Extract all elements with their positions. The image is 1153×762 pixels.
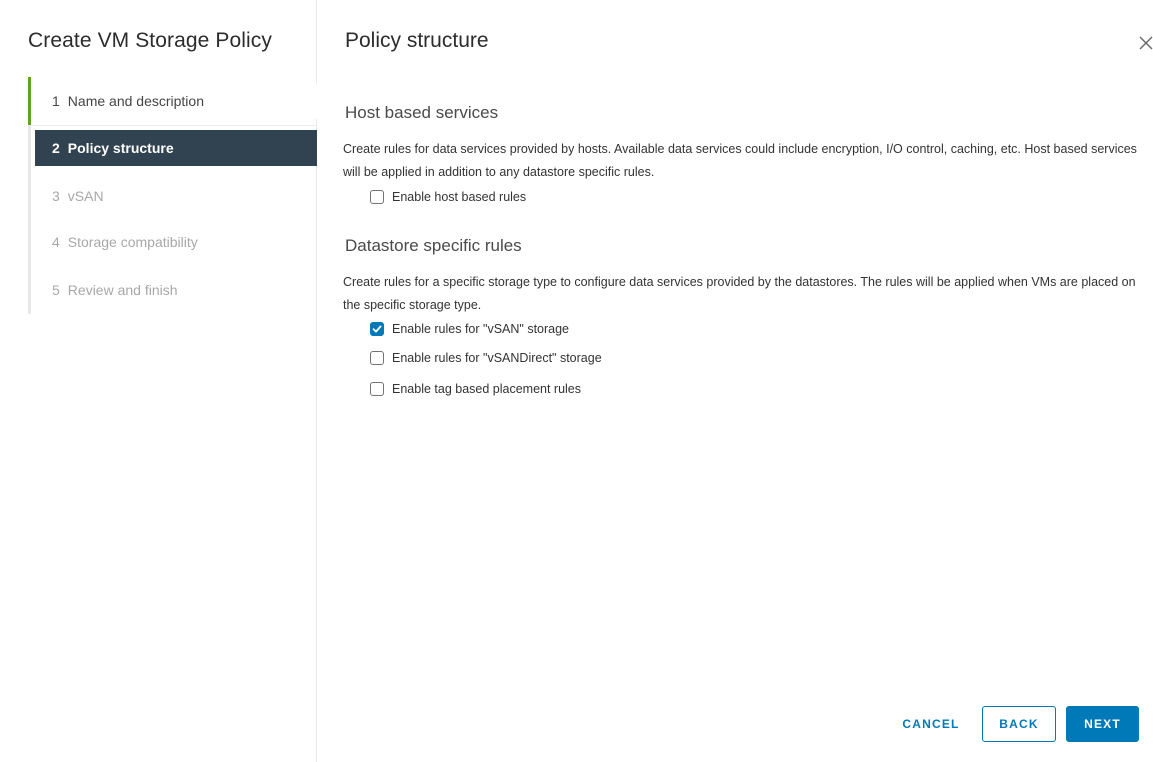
back-button[interactable]: BACK xyxy=(982,706,1056,742)
close-icon[interactable] xyxy=(1137,34,1153,52)
enable-vsan-rules-checkbox[interactable]: Enable rules for "vSAN" storage xyxy=(370,322,569,336)
enable-vsandirect-rules-checkbox[interactable]: Enable rules for "vSANDirect" storage xyxy=(370,351,602,365)
step-number: 1 xyxy=(52,93,60,109)
step-label: Review and finish xyxy=(67,282,178,298)
step-label: Name and description xyxy=(67,93,204,109)
checkbox-box[interactable] xyxy=(370,382,384,396)
datastore-specific-rules-heading: Datastore specific rules xyxy=(345,236,522,255)
step-number: 3 xyxy=(52,188,60,204)
checkbox-box[interactable] xyxy=(370,351,384,365)
next-button[interactable]: NEXT xyxy=(1066,706,1139,742)
page-title: Policy structure xyxy=(345,29,489,52)
step-label: vSAN xyxy=(67,188,104,204)
wizard-title: Create VM Storage Policy xyxy=(28,29,273,52)
enable-host-based-rules-checkbox[interactable]: Enable host based rules xyxy=(370,190,526,204)
step-policy-structure[interactable]: 2 Policy structure xyxy=(35,130,317,166)
checkbox-label: Enable host based rules xyxy=(392,190,527,204)
datastore-specific-rules-description: Create rules for a specific storage type… xyxy=(343,275,1136,312)
host-based-services-heading: Host based services xyxy=(345,103,499,122)
step-number: 4 xyxy=(52,234,60,250)
step-number: 2 xyxy=(52,140,60,156)
enable-tag-based-placement-rules-checkbox[interactable]: Enable tag based placement rules xyxy=(370,382,581,396)
wizard-content: Policy structure Host based services Cre… xyxy=(317,0,1153,762)
cancel-button[interactable]: CANCEL xyxy=(891,706,971,742)
step-name-and-description[interactable]: 1 Name and description xyxy=(28,77,317,126)
step-vsan: 3 vSAN xyxy=(28,178,317,214)
checkmark-icon xyxy=(372,325,382,333)
checkbox-box[interactable] xyxy=(370,190,384,204)
checkbox-label: Enable tag based placement rules xyxy=(392,382,582,396)
host-based-services-description: Create rules for data services provided … xyxy=(343,142,1137,179)
step-review-and-finish: 5 Review and finish xyxy=(28,272,317,308)
step-label: Storage compatibility xyxy=(67,234,198,250)
checkbox-label: Enable rules for "vSANDirect" storage xyxy=(392,351,602,365)
step-storage-compatibility: 4 Storage compatibility xyxy=(28,224,317,260)
step-number: 5 xyxy=(52,282,60,298)
wizard-sidebar: Create VM Storage Policy 1 Name and desc… xyxy=(0,0,317,762)
checkbox-label: Enable rules for "vSAN" storage xyxy=(392,322,570,336)
step-label: Policy structure xyxy=(67,140,174,156)
checkbox-box[interactable] xyxy=(370,322,384,336)
